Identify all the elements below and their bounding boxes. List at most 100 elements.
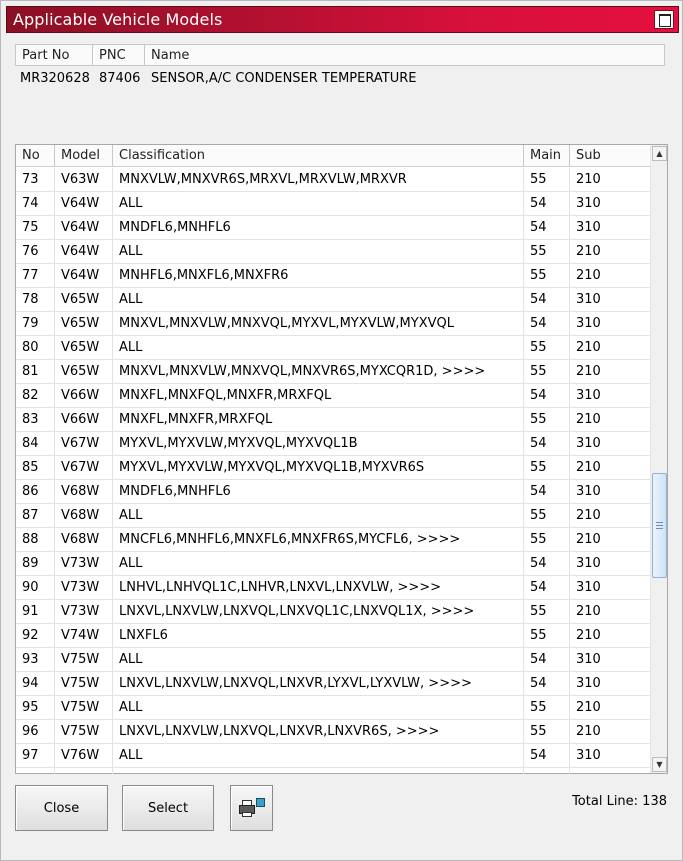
- vehicle-models-table: No Model Classification Main Sub 73 V63W M…: [15, 144, 668, 774]
- table-body: 73 V63W MNXVLW,MNXVR6S,MRXVL,MRXVLW,MRXVR 5…: [16, 168, 650, 774]
- table-header: No Model Classification Main Sub: [16, 145, 650, 167]
- row-classification: ALL: [119, 556, 143, 571]
- table-row[interactable]: 77 V64W MNHFL6,MNXFL6,MNXFR6 55 210: [16, 264, 650, 288]
- table-row[interactable]: 80 V65W ALL 55 210: [16, 336, 650, 360]
- row-model: V64W: [61, 220, 100, 235]
- row-sub: 210: [576, 604, 601, 619]
- table-row[interactable]: 96 V75W LNXVL,LNXVLW,LNXVQL,LNXVR,LNXVR6S,…: [16, 720, 650, 744]
- select-button[interactable]: Select: [122, 785, 214, 831]
- part-info-header: Part No PNC Name: [15, 44, 665, 66]
- row-no: 84: [22, 436, 39, 451]
- table-row[interactable]: 73 V63W MNXVLW,MNXVR6S,MRXVL,MRXVLW,MRXVR 5…: [16, 168, 650, 192]
- scroll-down-arrow-icon[interactable]: ▼: [652, 757, 667, 772]
- row-model: V73W: [61, 604, 100, 619]
- row-classification: MNHFL6,MNXFL6,MNXFR6: [119, 268, 289, 283]
- maximize-button[interactable]: [654, 10, 674, 29]
- print-button[interactable]: [230, 785, 273, 831]
- table-row[interactable]: 85 V67W MYXVL,MYXVLW,MYXVQL,MYXVQL1B,MYXVR…: [16, 456, 650, 480]
- row-sub: 310: [576, 676, 601, 691]
- column-divider[interactable]: [92, 45, 93, 65]
- table-row[interactable]: 97 V76W ALL 54 310: [16, 744, 650, 768]
- close-button[interactable]: Close: [15, 785, 108, 831]
- table-row[interactable]: 86 V68W MNDFL6,MNHFL6 54 310: [16, 480, 650, 504]
- column-divider[interactable]: [523, 145, 524, 167]
- column-divider[interactable]: [112, 145, 113, 167]
- row-model: V75W: [61, 652, 100, 667]
- row-classification: ALL: [119, 700, 143, 715]
- scrollbar-thumb[interactable]: [652, 473, 667, 578]
- table-row[interactable]: 92 V74W LNXFL6 55 210: [16, 624, 650, 648]
- table-row[interactable]: 78 V65W ALL 54 310: [16, 288, 650, 312]
- column-divider[interactable]: [54, 145, 55, 167]
- row-no: 76: [22, 244, 39, 259]
- column-divider[interactable]: [569, 145, 570, 167]
- table-row[interactable]: 76 V64W ALL 55 210: [16, 240, 650, 264]
- row-main: 54: [530, 748, 547, 763]
- table-row[interactable]: 89 V73W ALL 54 310: [16, 552, 650, 576]
- table-row[interactable]: 84 V67W MYXVL,MYXVLW,MYXVQL,MYXVQL1B 54 310: [16, 432, 650, 456]
- row-model: V66W: [61, 412, 100, 427]
- scroll-up-arrow-icon[interactable]: ▲: [652, 146, 667, 161]
- table-row[interactable]: 94 V75W LNXVL,LNXVLW,LNXVQL,LNXVR,LYXVL,LY…: [16, 672, 650, 696]
- row-sub: 210: [576, 364, 601, 379]
- row-main: 55: [530, 172, 547, 187]
- row-sub: 210: [576, 724, 601, 739]
- main-column-header[interactable]: Main: [530, 148, 561, 163]
- applicable-vehicle-models-window: Applicable Vehicle Models Part No PNC Na…: [0, 0, 683, 861]
- table-row[interactable]: 82 V66W MNXFL,MNXFQL,MNXFR,MRXFQL 54 310: [16, 384, 650, 408]
- row-classification: MNXFL,MNXFR,MRXFQL: [119, 412, 273, 427]
- row-main: 54: [530, 220, 547, 235]
- row-main: 54: [530, 436, 547, 451]
- row-sub: 210: [576, 700, 601, 715]
- row-sub: 310: [576, 388, 601, 403]
- row-no: 87: [22, 508, 39, 523]
- table-row[interactable]: 74 V64W ALL 54 310: [16, 192, 650, 216]
- row-sub: 210: [576, 532, 601, 547]
- row-no: 73: [22, 172, 39, 187]
- part-no-header[interactable]: Part No: [22, 48, 69, 63]
- table-row[interactable]: 79 V65W MNXVL,MNXVLW,MNXVQL,MYXVL,MYXVLW,M…: [16, 312, 650, 336]
- row-classification: LNXFL6: [119, 628, 168, 643]
- row-no: 83: [22, 412, 39, 427]
- row-model: V75W: [61, 700, 100, 715]
- part-info-row[interactable]: MR320628 87406 SENSOR,A/C CONDENSER TEMP…: [15, 71, 665, 89]
- model-column-header[interactable]: Model: [61, 148, 100, 163]
- row-classification: ALL: [119, 508, 143, 523]
- table-row[interactable]: 95 V75W ALL 55 210: [16, 696, 650, 720]
- row-no: 86: [22, 484, 39, 499]
- row-classification: MYXVL,MYXVLW,MYXVQL,MYXVQL1B: [119, 436, 358, 451]
- row-no: 97: [22, 748, 39, 763]
- row-no: 79: [22, 316, 39, 331]
- pnc-header[interactable]: PNC: [99, 48, 126, 63]
- table-row[interactable]: 93 V75W ALL 54 310: [16, 648, 650, 672]
- row-no: 92: [22, 628, 39, 643]
- table-row[interactable]: 75 V64W MNDFL6,MNHFL6 54 310: [16, 216, 650, 240]
- table-row[interactable]: 88 V68W MNCFL6,MNHFL6,MNXFL6,MNXFR6S,MYCFL…: [16, 528, 650, 552]
- row-model: V65W: [61, 316, 100, 331]
- row-no: 82: [22, 388, 39, 403]
- row-sub: 310: [576, 196, 601, 211]
- row-model: V68W: [61, 532, 100, 547]
- row-classification: MNXVL,MNXVLW,MNXVQL,MYXVL,MYXVLW,MYXVQL: [119, 316, 454, 331]
- row-sub: 210: [576, 172, 601, 187]
- table-row[interactable]: 91 V73W LNXVL,LNXVLW,LNXVQL,LNXVQL1C,LNXVQ…: [16, 600, 650, 624]
- title-bar[interactable]: Applicable Vehicle Models: [6, 6, 679, 33]
- table-row[interactable]: 90 V73W LNHVL,LNHVQL1C,LNHVR,LNXVL,LNXVLW,…: [16, 576, 650, 600]
- column-divider[interactable]: [144, 45, 145, 65]
- no-column-header[interactable]: No: [22, 148, 40, 163]
- table-row[interactable]: 87 V68W ALL 55 210: [16, 504, 650, 528]
- name-header[interactable]: Name: [151, 48, 189, 63]
- sub-column-header[interactable]: Sub: [576, 148, 601, 163]
- table-row[interactable]: 83 V66W MNXFL,MNXFR,MRXFQL 55 210: [16, 408, 650, 432]
- row-sub: 310: [576, 316, 601, 331]
- row-main: 55: [530, 460, 547, 475]
- row-model: V64W: [61, 196, 100, 211]
- table-row[interactable]: 81 V65W MNXVL,MNXVLW,MNXVQL,MNXVR6S,MYXCQR…: [16, 360, 650, 384]
- vertical-scrollbar[interactable]: ▲ ▼: [650, 145, 667, 773]
- row-no: 95: [22, 700, 39, 715]
- row-main: 55: [530, 604, 547, 619]
- row-model: V74W: [61, 628, 100, 643]
- row-model: V68W: [61, 508, 100, 523]
- row-classification: ALL: [119, 748, 143, 763]
- classification-column-header[interactable]: Classification: [119, 148, 205, 163]
